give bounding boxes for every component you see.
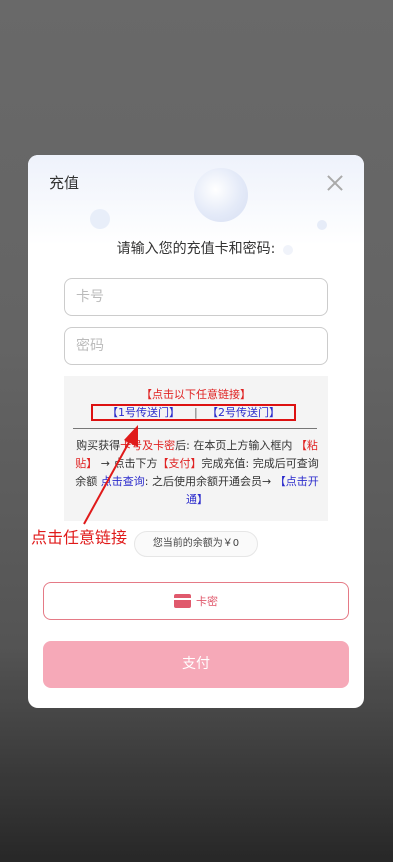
annotation-arrow-icon <box>83 425 138 525</box>
annotation-label: 点击任意链接 <box>31 528 128 547</box>
